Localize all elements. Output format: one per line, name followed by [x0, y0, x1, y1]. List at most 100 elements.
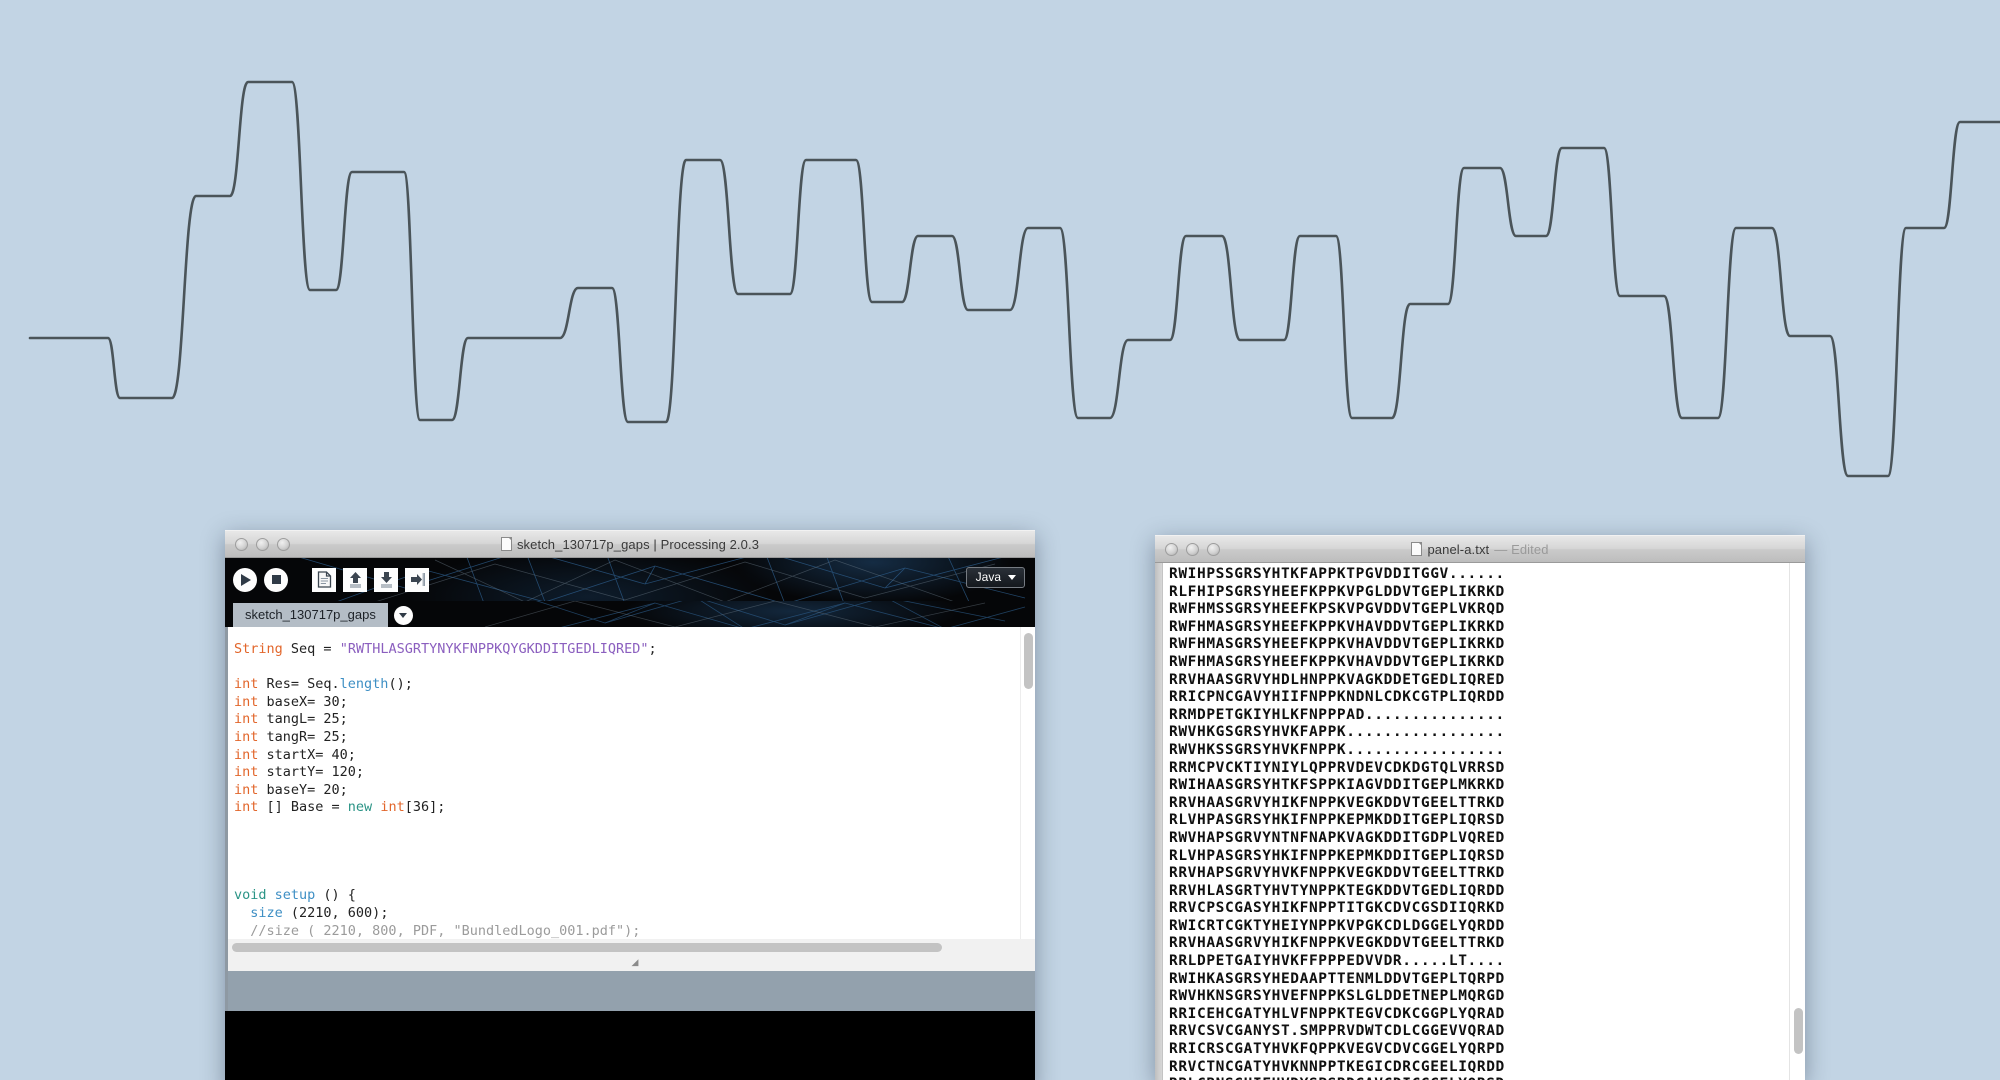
- background-waveform: [0, 0, 2000, 560]
- code-token: int: [234, 799, 259, 816]
- code-token: startX= 40;: [258, 746, 356, 763]
- code-token: baseX= 30;: [258, 693, 348, 710]
- scrollbar-thumb[interactable]: [1794, 1007, 1803, 1055]
- sketch-tab[interactable]: sketch_130717p_gaps: [233, 603, 388, 627]
- sequence-line: RRVHAASGRVYHDLHNPPKVAGKDDETGEDLIQRED: [1169, 671, 1505, 688]
- code-token: startY= 120;: [258, 764, 365, 781]
- sequence-line: RWIHKASGRSYHEDAAPTTENMLDDVTGEPLTQRPD: [1169, 970, 1505, 987]
- sequence-line: RRVCPSCGASYHIKFNPPTITGKCDVCGSDIIQRKD: [1169, 900, 1505, 917]
- minimize-button[interactable]: [1186, 542, 1199, 556]
- text-window-title-label: panel-a.txt: [1427, 541, 1490, 557]
- editor-status-line: ◢: [225, 955, 1035, 971]
- sequence-line: RLFHIPSGRSYHEEFKPPKVPGLDDVTGEPLIKRKD: [1169, 583, 1505, 600]
- code-token: int: [234, 728, 259, 745]
- sequence-line: RWFHMASGRSYHEEFKPPKVHAVDDVTGEPLIKRKD: [1169, 636, 1505, 653]
- export-application-button[interactable]: [405, 567, 429, 592]
- editor-vertical-scrollbar[interactable]: [1020, 627, 1035, 939]
- processing-ide-window[interactable]: sketch_130717p_gaps | Processing 2.0.3 J…: [225, 530, 1035, 1080]
- arrow-right-icon: [410, 573, 425, 586]
- sequence-line: RRVHAASGRVYHIKFNPPKVEGKDDVTGEELTTRKD: [1169, 935, 1505, 952]
- processing-tabbar[interactable]: sketch_130717p_gaps: [225, 601, 1035, 627]
- document-icon: [500, 537, 512, 551]
- sequence-line: RRICEHCGATYHLVFNPPKTEGVCDKCGGPLYQRAD: [1169, 1005, 1505, 1022]
- sequence-line: RRVCSVCGANYST.SMPPRVDWTCDLCGGEVVQRAD: [1169, 1023, 1505, 1040]
- zoom-button[interactable]: [277, 537, 290, 551]
- scrollbar-thumb[interactable]: [1024, 633, 1033, 690]
- stop-icon: [271, 575, 281, 584]
- code-text[interactable]: String Seq = "RWTHLASGRTYNYKFNPPKQYGKDDI…: [228, 627, 1020, 939]
- text-window-title: panel-a.txt — Edited: [1155, 542, 1805, 557]
- minimize-button[interactable]: [256, 537, 269, 551]
- document-icon: [1411, 542, 1423, 556]
- code-token: Res= Seq.: [258, 676, 340, 693]
- text-editor-window[interactable]: panel-a.txt — Edited RWIHPSSGRSYHTKFAPPK…: [1155, 535, 1805, 1080]
- code-token: () {: [315, 887, 356, 904]
- arrow-down-icon: [380, 572, 392, 588]
- processing-window-controls[interactable]: [225, 537, 290, 551]
- zoom-button[interactable]: [1207, 542, 1220, 556]
- code-line: size (2210, 600);: [234, 905, 1020, 923]
- processing-title: sketch_130717p_gaps | Processing 2.0.3: [225, 537, 1035, 552]
- code-token: int: [234, 676, 259, 693]
- mode-selector[interactable]: Java: [965, 567, 1025, 588]
- open-sketch-button[interactable]: [343, 567, 367, 592]
- sequence-text[interactable]: RWIHPSSGRSYHTKFAPPKTPGVDDITGGV...... RLFH…: [1163, 563, 1789, 1080]
- edited-indicator: — Edited: [1494, 541, 1549, 557]
- sequence-line: RRMDPETGKIYHLKFNPPPAD...............: [1169, 706, 1505, 723]
- code-token: [36];: [404, 799, 446, 816]
- close-button[interactable]: [1165, 542, 1178, 556]
- sequence-line: RLVHPASGRSYHKIFNPPKEPMKDDITGEPLIQRSD: [1169, 847, 1505, 864]
- code-token: tangR= 25;: [258, 728, 348, 745]
- sequence-line: RWVHKGSGRSYHVKFAPPK.................: [1169, 724, 1505, 741]
- sequence-line: RWIHAASGRSYHTKFSPPKIAGVDDITGEPLMKRKD: [1169, 777, 1505, 794]
- stop-button[interactable]: [264, 567, 288, 592]
- code-line: int [] Base = new int[36];: [234, 799, 1020, 817]
- code-line: //size ( 2210, 800, PDF, "BundledLogo_00…: [234, 923, 1020, 940]
- code-token: tangL= 25;: [258, 711, 348, 728]
- code-token: Seq =: [282, 641, 340, 657]
- code-token: int: [234, 711, 259, 728]
- scrollbar-thumb[interactable]: [232, 942, 943, 952]
- code-line: int tangR= 25;: [234, 729, 1020, 747]
- code-line: int baseX= 30;: [234, 694, 1020, 712]
- editor-console[interactable]: [225, 1011, 1035, 1080]
- code-editor[interactable]: String Seq = "RWTHLASGRTYNYKFNPPKQYGKDDI…: [225, 627, 1035, 939]
- waveform-path: [28, 80, 2000, 478]
- tab-menu-button[interactable]: [393, 606, 413, 625]
- new-sketch-button[interactable]: [312, 567, 336, 592]
- code-token: new: [347, 799, 373, 816]
- text-gutter: [1155, 563, 1163, 1080]
- sequence-line: RLVHPASGRSYHKIFNPPKEPMKDDITGEPLIQRSD: [1169, 812, 1505, 829]
- sequence-line: RWICRTCGKTYHEIYNPPKVPGKCDLDGGELYQRDD: [1169, 917, 1505, 934]
- editor-horizontal-scrollbar[interactable]: [225, 939, 1035, 955]
- code-token: //size ( 2210, 800, PDF, "BundledLogo_00…: [250, 922, 641, 939]
- sequence-line: RWIHPSSGRSYHTKFAPPKTPGVDDITGGV......: [1169, 566, 1505, 582]
- text-window-body: RWIHPSSGRSYHTKFAPPKTPGVDDITGGV...... RLFH…: [1155, 563, 1805, 1080]
- code-token: "RWTHLASGRTYNYKFNPPKQYGKDDITGEDLIQRED": [339, 641, 649, 657]
- processing-titlebar[interactable]: sketch_130717p_gaps | Processing 2.0.3: [225, 530, 1035, 558]
- close-button[interactable]: [235, 537, 248, 551]
- processing-title-label: sketch_130717p_gaps | Processing 2.0.3: [516, 536, 760, 552]
- sequence-line: RWFHMASGRSYHEEFKPPKVHAVDDVTGEPLIKRKD: [1169, 653, 1505, 670]
- text-window-titlebar[interactable]: panel-a.txt — Edited: [1155, 535, 1805, 563]
- play-icon: [241, 573, 251, 586]
- code-line: int tangL= 25;: [234, 711, 1020, 729]
- sequence-line: RWVHKNSGRSYHVEFNPPKSLGLDDETNEPLMQRGD: [1169, 988, 1505, 1005]
- text-vertical-scrollbar[interactable]: [1789, 563, 1805, 1080]
- save-sketch-button[interactable]: [374, 567, 398, 592]
- sequence-line: RWVHKSSGRSYHVKFNPPK.................: [1169, 741, 1505, 758]
- run-button[interactable]: [233, 567, 257, 592]
- sequence-line: RWFHMSSGRSYHEEFKPSKVPGVDDVTGEPLVKRQD: [1169, 601, 1505, 618]
- code-line: void setup () {: [234, 887, 1020, 905]
- processing-toolbar[interactable]: Java: [225, 558, 1035, 601]
- code-token: String: [234, 641, 283, 657]
- sketch-tab-label: sketch_130717p_gaps: [245, 607, 376, 622]
- sequence-line: RRVHLASGRTYHVTYNPPKTEGKDDVTGEDLIQRDD: [1169, 882, 1505, 899]
- text-window-controls[interactable]: [1155, 542, 1220, 556]
- code-token: int: [234, 781, 259, 798]
